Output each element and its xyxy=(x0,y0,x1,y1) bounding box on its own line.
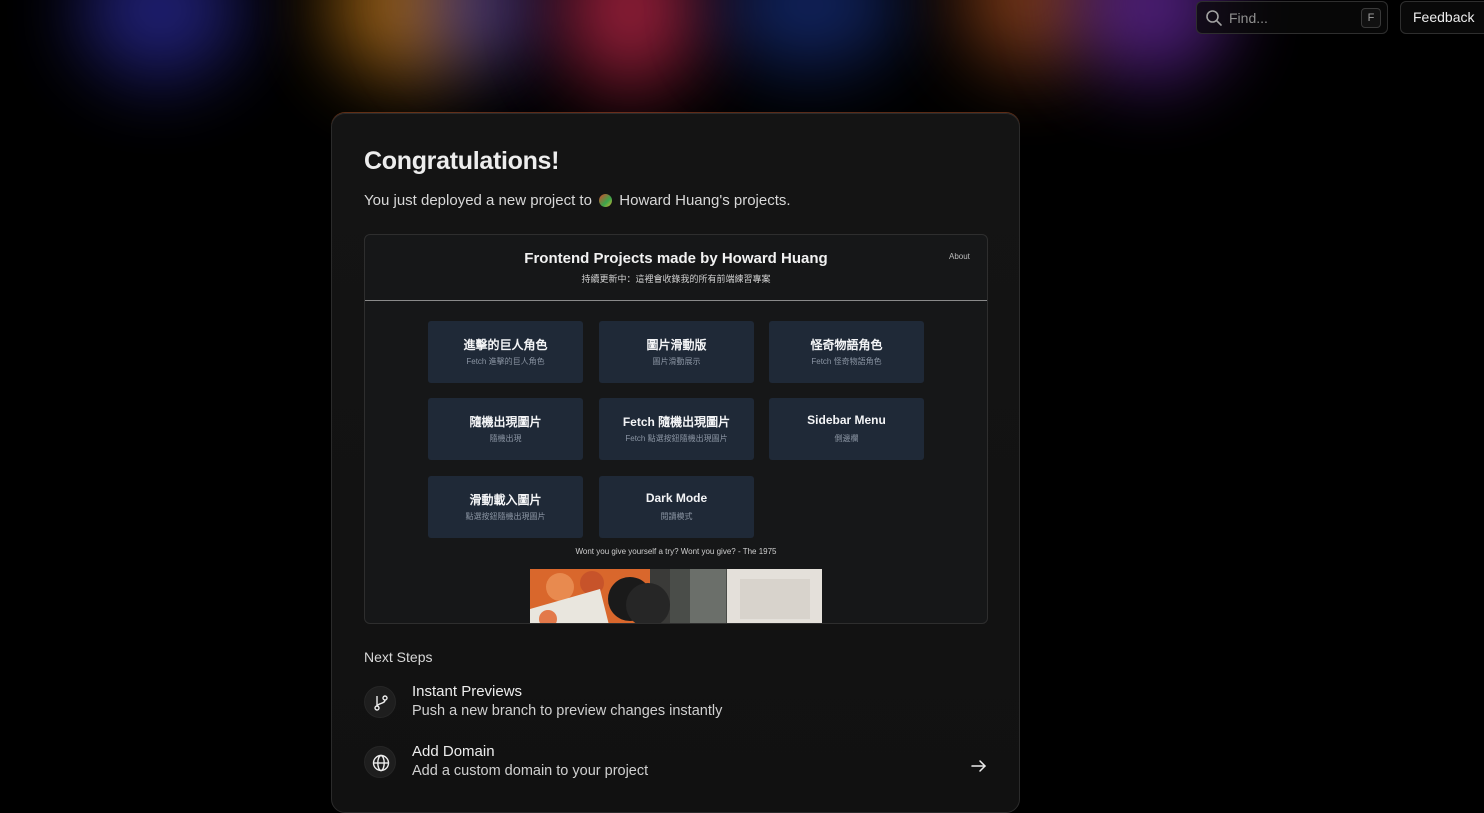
next-step-instant-previews[interactable]: Instant Previews Push a new branch to pr… xyxy=(364,681,988,729)
tile-desc: Fetch 怪奇物語角色 xyxy=(811,357,882,366)
page-title: Congratulations! xyxy=(364,147,560,175)
preview-project-tile: Dark Mode 閱讀模式 xyxy=(599,476,754,538)
globe-icon xyxy=(372,754,390,772)
tile-desc: Fetch 點選按鈕隨機出現圖片 xyxy=(625,434,728,443)
deployment-message: You just deployed a new project to Howar… xyxy=(364,192,791,209)
preview-project-tile: Fetch 隨機出現圖片 Fetch 點選按鈕隨機出現圖片 xyxy=(599,398,754,460)
preview-project-tile: 隨機出現圖片 隨機出現 xyxy=(428,398,583,460)
step-icon-circle xyxy=(364,746,396,778)
preview-quote: Wont you give yourself a try? Wont you g… xyxy=(575,547,777,556)
step-description: Push a new branch to preview changes ins… xyxy=(412,703,723,719)
search-placeholder: Find... xyxy=(1229,10,1268,26)
step-icon-circle xyxy=(364,686,396,718)
tile-title: Fetch 隨機出現圖片 xyxy=(622,415,731,429)
deployment-success-card: Congratulations! You just deployed a new… xyxy=(331,113,1020,813)
step-description: Add a custom domain to your project xyxy=(412,763,649,779)
git-branch-icon xyxy=(374,695,388,711)
step-title: Instant Previews xyxy=(412,683,523,700)
tile-desc: Fetch 進擊的巨人角色 xyxy=(466,357,545,366)
tile-title: 圖片滑動版 xyxy=(646,338,707,352)
tile-desc: 閱讀模式 xyxy=(660,512,693,521)
preview-project-tile: 進擊的巨人角色 Fetch 進擊的巨人角色 xyxy=(428,321,583,383)
deployment-preview[interactable]: Frontend Projects made by Howard Huang 持… xyxy=(364,234,988,624)
next-step-add-domain[interactable]: Add Domain Add a custom domain to your p… xyxy=(364,741,988,789)
search-input[interactable]: Find... F xyxy=(1196,1,1388,34)
tile-title: 隨機出現圖片 xyxy=(469,415,542,429)
search-icon xyxy=(1206,10,1222,26)
preview-site-title: Frontend Projects made by Howard Huang xyxy=(524,250,828,267)
tile-desc: 點選按鈕隨機出現圖片 xyxy=(465,512,546,521)
tile-desc: 隨機出現 xyxy=(489,434,522,443)
preview-project-tile: Sidebar Menu 側邊欄 xyxy=(769,398,924,460)
preview-project-tile: 圖片滑動版 圖片滑動展示 xyxy=(599,321,754,383)
feedback-button[interactable]: Feedback xyxy=(1400,1,1484,34)
deployment-message-text: You just deployed a new project to xyxy=(364,192,592,209)
search-shortcut-key: F xyxy=(1361,8,1381,28)
team-name: Howard Huang's projects. xyxy=(619,192,791,209)
tile-title: 進擊的巨人角色 xyxy=(463,338,548,352)
arrow-right-icon[interactable] xyxy=(970,757,988,775)
tile-title: 滑動載入圖片 xyxy=(469,493,542,507)
tile-desc: 側邊欄 xyxy=(834,434,859,443)
preview-project-tile: 滑動載入圖片 點選按鈕隨機出現圖片 xyxy=(428,476,583,538)
team-avatar xyxy=(599,194,613,207)
tile-title: 怪奇物語角色 xyxy=(810,338,883,352)
tile-title: Dark Mode xyxy=(645,491,708,505)
tile-desc: 圖片滑動展示 xyxy=(652,357,701,366)
preview-photo xyxy=(530,569,822,623)
preview-site-subtitle: 持續更新中：這裡會收錄我的所有前端練習專案 xyxy=(581,274,771,284)
tile-title: Sidebar Menu xyxy=(807,413,886,427)
next-steps-heading: Next Steps xyxy=(364,649,433,665)
preview-project-tile: 怪奇物語角色 Fetch 怪奇物語角色 xyxy=(769,321,924,383)
step-title: Add Domain xyxy=(412,743,495,760)
preview-about-link: About xyxy=(949,252,970,261)
preview-divider xyxy=(365,300,987,301)
